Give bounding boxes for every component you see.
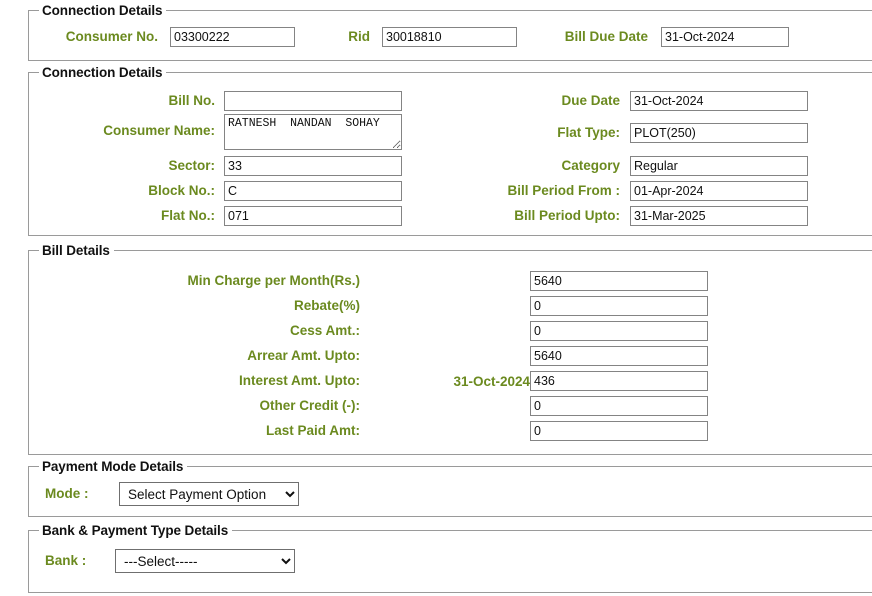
label-other-credit: Other Credit (-):: [259, 398, 361, 413]
field-row-last-paid-amount: Last Paid Amt:: [135, 420, 708, 442]
cess-amount-input[interactable]: [530, 321, 708, 341]
bill-no-input[interactable]: [224, 91, 402, 111]
bank-select[interactable]: ---Select-----: [115, 549, 295, 573]
bill-period-upto-input[interactable]: [630, 206, 808, 226]
field-row-category: Category: [450, 155, 808, 177]
label-bill-period-from: Bill Period From :: [507, 183, 620, 198]
label-bill-due-date: Bill Due Date: [564, 29, 648, 44]
field-row-flat-type: Flat Type:: [450, 122, 808, 144]
legend-connection-details-top: Connection Details: [42, 3, 163, 18]
field-row-block-no: Block No.:: [40, 180, 402, 202]
label-sector: Sector:: [168, 158, 215, 173]
rebate-input[interactable]: [530, 296, 708, 316]
field-row-interest-amount: Interest Amt. Upto: 31-Oct-2024: [135, 370, 708, 392]
arrear-amount-input[interactable]: [530, 346, 708, 366]
field-row-rid: Rid: [310, 26, 517, 48]
label-consumer-name: Consumer Name:: [103, 123, 215, 138]
other-credit-input[interactable]: [530, 396, 708, 416]
label-flat-type: Flat Type:: [557, 125, 620, 140]
label-bill-no: Bill No.: [168, 93, 216, 108]
field-row-min-charge: Min Charge per Month(Rs.): [135, 270, 708, 292]
field-row-rebate: Rebate(%): [135, 295, 708, 317]
label-bank: Bank :: [45, 553, 87, 568]
field-row-cess-amount: Cess Amt.:: [135, 320, 708, 342]
legend-connection-details: Connection Details: [42, 65, 163, 80]
field-row-consumer-no: Consumer No.: [28, 26, 295, 48]
due-date-input[interactable]: [630, 91, 808, 111]
label-payment-mode: Mode :: [45, 486, 89, 501]
field-row-payment-mode: Mode : Select Payment Option: [45, 482, 299, 506]
legend-payment-mode-details: Payment Mode Details: [42, 459, 184, 474]
bill-payment-form: Connection Details Consumer No. Rid Bill…: [0, 0, 872, 596]
label-last-paid-amount: Last Paid Amt:: [265, 423, 360, 438]
field-row-consumer-name: Consumer Name:: [40, 114, 402, 154]
last-paid-amount-input[interactable]: [530, 421, 708, 441]
field-row-bill-period-from: Bill Period From :: [450, 180, 808, 202]
label-category: Category: [561, 158, 620, 173]
legend-bill-details: Bill Details: [42, 243, 110, 258]
label-rid: Rid: [348, 29, 370, 44]
legend-bank-payment-type-details: Bank & Payment Type Details: [42, 523, 229, 538]
flat-type-input[interactable]: [630, 123, 808, 143]
field-row-other-credit: Other Credit (-):: [135, 395, 708, 417]
label-consumer-no: Consumer No.: [65, 29, 158, 44]
interest-upto-date: 31-Oct-2024: [453, 373, 530, 389]
sector-input[interactable]: [224, 156, 402, 176]
field-row-bill-due-date: Bill Due Date: [523, 26, 789, 48]
field-row-bill-period-upto: Bill Period Upto:: [450, 205, 808, 227]
interest-amount-input[interactable]: [530, 371, 708, 391]
label-arrear-amount: Arrear Amt. Upto:: [247, 348, 360, 363]
category-input[interactable]: [630, 156, 808, 176]
payment-mode-select[interactable]: Select Payment Option: [119, 482, 299, 506]
bill-period-from-input[interactable]: [630, 181, 808, 201]
label-bill-period-upto: Bill Period Upto:: [514, 208, 620, 223]
field-row-bank: Bank : ---Select-----: [45, 549, 295, 573]
min-charge-input[interactable]: [530, 271, 708, 291]
label-min-charge: Min Charge per Month(Rs.): [187, 273, 361, 288]
field-row-arrear-amount: Arrear Amt. Upto:: [135, 345, 708, 367]
label-interest-amount: Interest Amt. Upto:: [239, 373, 360, 388]
consumer-no-input[interactable]: [170, 27, 295, 47]
label-due-date: Due Date: [561, 93, 620, 108]
rid-input[interactable]: [382, 27, 517, 47]
consumer-name-textarea[interactable]: [224, 114, 402, 150]
field-row-sector: Sector:: [40, 155, 402, 177]
label-block-no: Block No.:: [148, 183, 215, 198]
label-cess-amount: Cess Amt.:: [289, 323, 360, 338]
block-no-input[interactable]: [224, 181, 402, 201]
label-flat-no: Flat No.:: [161, 208, 215, 223]
field-row-bill-no: Bill No.: [40, 90, 402, 112]
field-row-flat-no: Flat No.:: [40, 205, 402, 227]
bill-due-date-input[interactable]: [661, 27, 789, 47]
field-row-due-date: Due Date: [450, 90, 808, 112]
flat-no-input[interactable]: [224, 206, 402, 226]
label-rebate: Rebate(%): [293, 298, 360, 313]
